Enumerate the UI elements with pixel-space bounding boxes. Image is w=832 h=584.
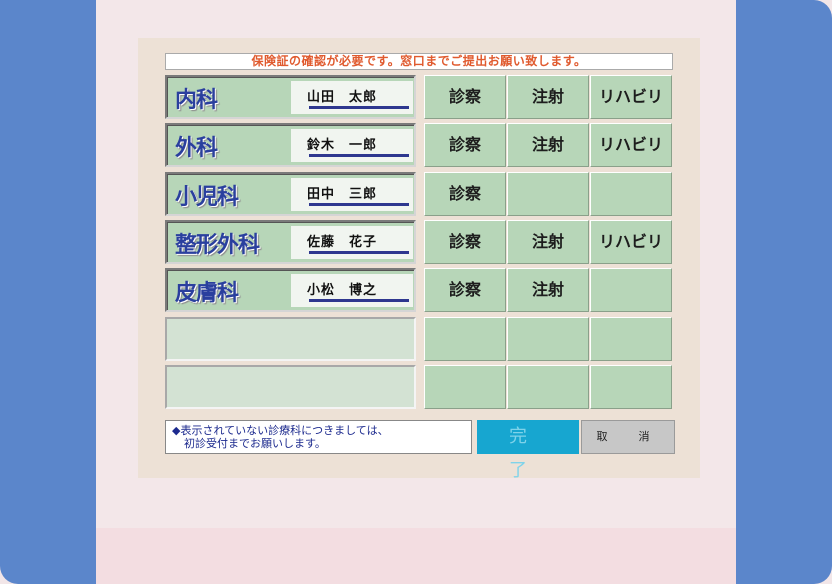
doctor-name: 佐藤 花子 (307, 235, 378, 250)
empty-service-cell (424, 365, 506, 409)
service-button[interactable]: 注射 (507, 123, 589, 167)
department-button[interactable]: 整形外科 佐藤 花子 (165, 220, 416, 264)
department-button[interactable]: 内科 山田 太郎 (165, 75, 416, 119)
bottom-band (96, 528, 744, 584)
doctor-name-underline (309, 154, 409, 157)
empty-service-cell (590, 365, 672, 409)
service-button[interactable]: 診察 (424, 123, 506, 167)
doctor-nameplate: 小松 博之 (291, 274, 413, 307)
doctor-name: 小松 博之 (307, 283, 378, 298)
insurance-notice: 保険証の確認が必要です。窓口までご提出お願い致します。 (165, 53, 673, 70)
department-name: 皮膚科 (175, 281, 239, 306)
service-button[interactable]: 診察 (424, 268, 506, 312)
department-name: 小児科 (175, 185, 239, 210)
empty-service-cell (507, 365, 589, 409)
doctor-name: 田中 三郎 (307, 187, 378, 202)
doctor-name-underline (309, 251, 409, 254)
empty-service-cell (590, 268, 672, 312)
doctor-name-underline (309, 203, 409, 206)
service-button[interactable]: 診察 (424, 220, 506, 264)
doctor-name: 鈴木 一郎 (307, 138, 378, 153)
done-button[interactable]: 完 了 (477, 420, 579, 481)
doctor-nameplate: 佐藤 花子 (291, 226, 413, 259)
left-side-panel (0, 0, 96, 584)
empty-service-cell (424, 317, 506, 361)
empty-department-slot (165, 365, 416, 409)
service-button[interactable]: 診察 (424, 172, 506, 216)
empty-service-cell (590, 172, 672, 216)
info-line-1: ◆表示されていない診療科につきましては、 (172, 424, 389, 437)
doctor-name-underline (309, 299, 409, 302)
empty-department-slot (165, 317, 416, 361)
doctor-nameplate: 山田 太郎 (291, 81, 413, 114)
service-button[interactable]: 注射 (507, 220, 589, 264)
doctor-name-underline (309, 106, 409, 109)
doctor-nameplate: 田中 三郎 (291, 178, 413, 211)
cancel-button[interactable]: 取 消 (581, 420, 675, 454)
empty-service-cell (507, 317, 589, 361)
doctor-nameplate: 鈴木 一郎 (291, 129, 413, 162)
department-name: 内科 (175, 88, 218, 113)
service-button[interactable]: リハビリ (590, 123, 672, 167)
department-button[interactable]: 皮膚科 小松 博之 (165, 268, 416, 312)
department-name: 整形外科 (175, 233, 260, 258)
department-button[interactable]: 小児科 田中 三郎 (165, 172, 416, 216)
info-line-2: 初診受付までお願いします。 (184, 437, 326, 450)
empty-service-cell (507, 172, 589, 216)
empty-service-cell (590, 317, 672, 361)
info-message: ◆表示されていない診療科につきましては、 初診受付までお願いします。 (165, 420, 472, 454)
doctor-name: 山田 太郎 (307, 90, 378, 105)
service-button[interactable]: 診察 (424, 75, 506, 119)
service-button[interactable]: 注射 (507, 75, 589, 119)
right-side-panel (736, 0, 832, 584)
department-name: 外科 (175, 136, 218, 161)
service-button[interactable]: リハビリ (590, 220, 672, 264)
department-button[interactable]: 外科 鈴木 一郎 (165, 123, 416, 167)
service-button[interactable]: 注射 (507, 268, 589, 312)
service-button[interactable]: リハビリ (590, 75, 672, 119)
